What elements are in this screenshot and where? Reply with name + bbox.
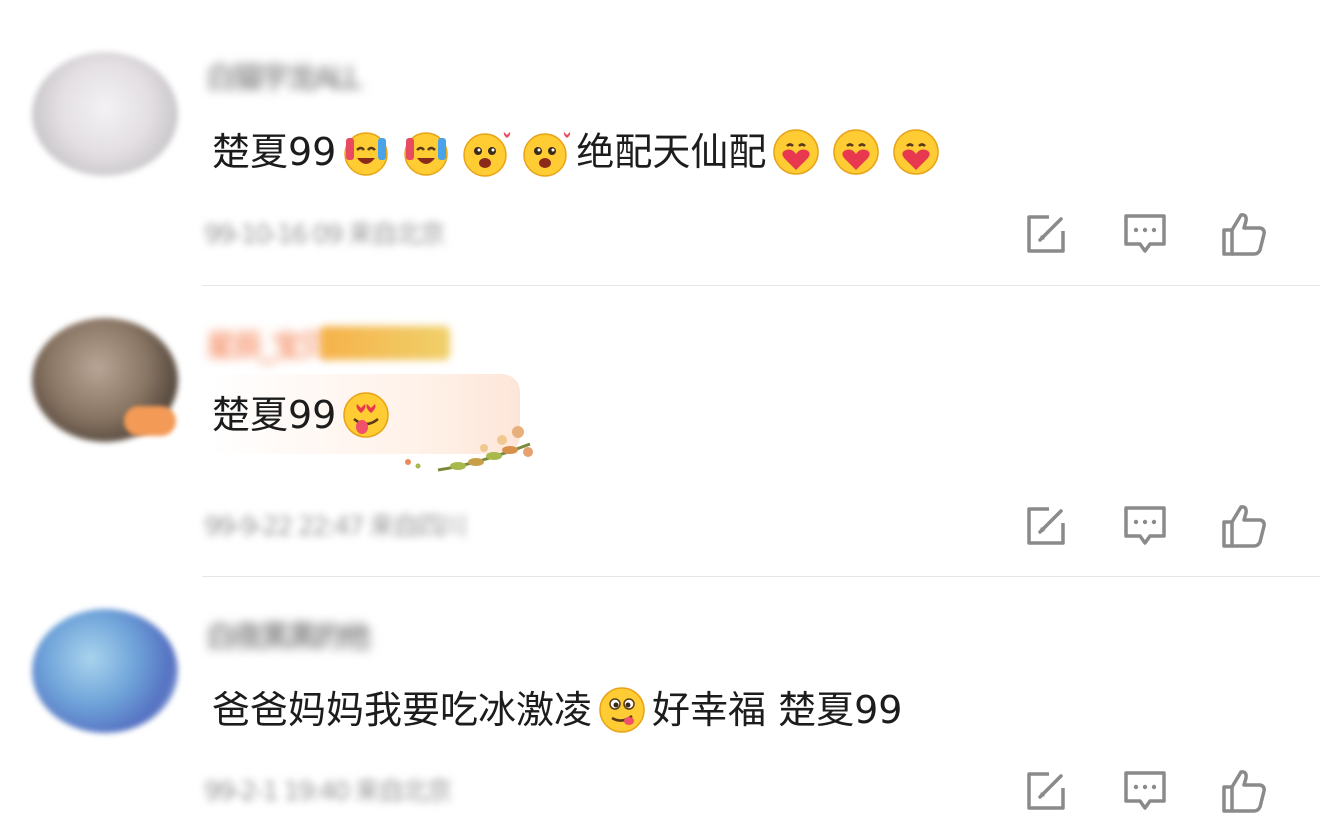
comment-actions: [1020, 208, 1280, 260]
username[interactable]: 白猫宇龙ALL: [206, 62, 362, 96]
username[interactable]: 白夜黑黑的他: [206, 621, 371, 655]
share-button[interactable]: [1020, 765, 1072, 817]
like-button[interactable]: [1218, 500, 1270, 552]
comment-text-part: 绝配天仙配: [576, 130, 767, 174]
comment-text: 爸爸妈妈我要吃冰激凌 好幸福 楚夏99: [212, 684, 902, 736]
yummy-face-icon: [599, 687, 645, 733]
comment-icon: [1124, 771, 1166, 810]
share-icon: [1027, 215, 1065, 253]
comment-list: 白猫宇龙ALL 楚夏99 绝配天仙配 99-10-16 09 来自北京 星辰_宝…: [0, 0, 1320, 827]
comment-icon: [1124, 214, 1166, 253]
reply-button[interactable]: [1119, 500, 1171, 552]
hugging-heart-icon: [773, 129, 820, 175]
comment-text-part: 楚夏99: [212, 393, 337, 437]
thumbs-up-icon: [1222, 505, 1266, 548]
hugging-heart-icon: [833, 129, 880, 175]
comment-item: 白猫宇龙ALL 楚夏99 绝配天仙配 99-10-16 09 来自北京: [0, 0, 1320, 285]
username[interactable]: 星辰_宝贝: [206, 330, 329, 364]
vip-badge: [320, 326, 450, 360]
comment-actions: [1020, 765, 1280, 817]
hugging-heart-icon: [893, 129, 940, 175]
comment-icon: [1124, 506, 1166, 545]
comment-meta: 99-2-1 19:40 来自北京: [204, 777, 452, 807]
comment-text-part: 好幸福 楚夏99: [652, 688, 903, 732]
heart-eyes-blush-icon: [463, 132, 511, 177]
comment-text-part: 楚夏99: [212, 130, 337, 174]
avatar-badge: [124, 406, 176, 436]
share-button[interactable]: [1020, 208, 1072, 260]
reply-button[interactable]: [1119, 765, 1171, 817]
heart-eyes-blush-icon: [523, 132, 571, 177]
comment-text-part: 爸爸妈妈我要吃冰激凌: [212, 688, 593, 732]
like-button[interactable]: [1218, 765, 1270, 817]
tears-of-joy-icon: [404, 132, 449, 176]
avatar[interactable]: [32, 609, 178, 733]
flower-decoration-icon: [405, 426, 533, 472]
thumbs-up-icon: [1222, 213, 1266, 256]
reply-button[interactable]: [1119, 208, 1171, 260]
thumbs-up-icon: [1222, 770, 1266, 813]
comment-item: 白夜黑黑的他 爸爸妈妈我要吃冰激凌 好幸福 楚夏99 99-2-1 19:40 …: [0, 577, 1320, 827]
comment-text: 楚夏99: [212, 389, 396, 441]
comment-item: 星辰_宝贝 楚夏99 99-9-22 22:47 来自四川: [0, 286, 1320, 576]
share-icon: [1027, 772, 1065, 810]
comment-meta: 99-10-16 09 来自北京: [204, 220, 446, 250]
comment-actions: [1020, 500, 1280, 552]
share-button[interactable]: [1020, 500, 1072, 552]
heart-eyes-tongue-icon: [343, 392, 390, 438]
comment-meta: 99-9-22 22:47 来自四川: [204, 512, 467, 542]
share-icon: [1027, 507, 1065, 545]
avatar[interactable]: [32, 52, 178, 176]
tears-of-joy-icon: [344, 132, 389, 176]
comment-text: 楚夏99: [212, 126, 946, 178]
like-button[interactable]: [1218, 208, 1270, 260]
